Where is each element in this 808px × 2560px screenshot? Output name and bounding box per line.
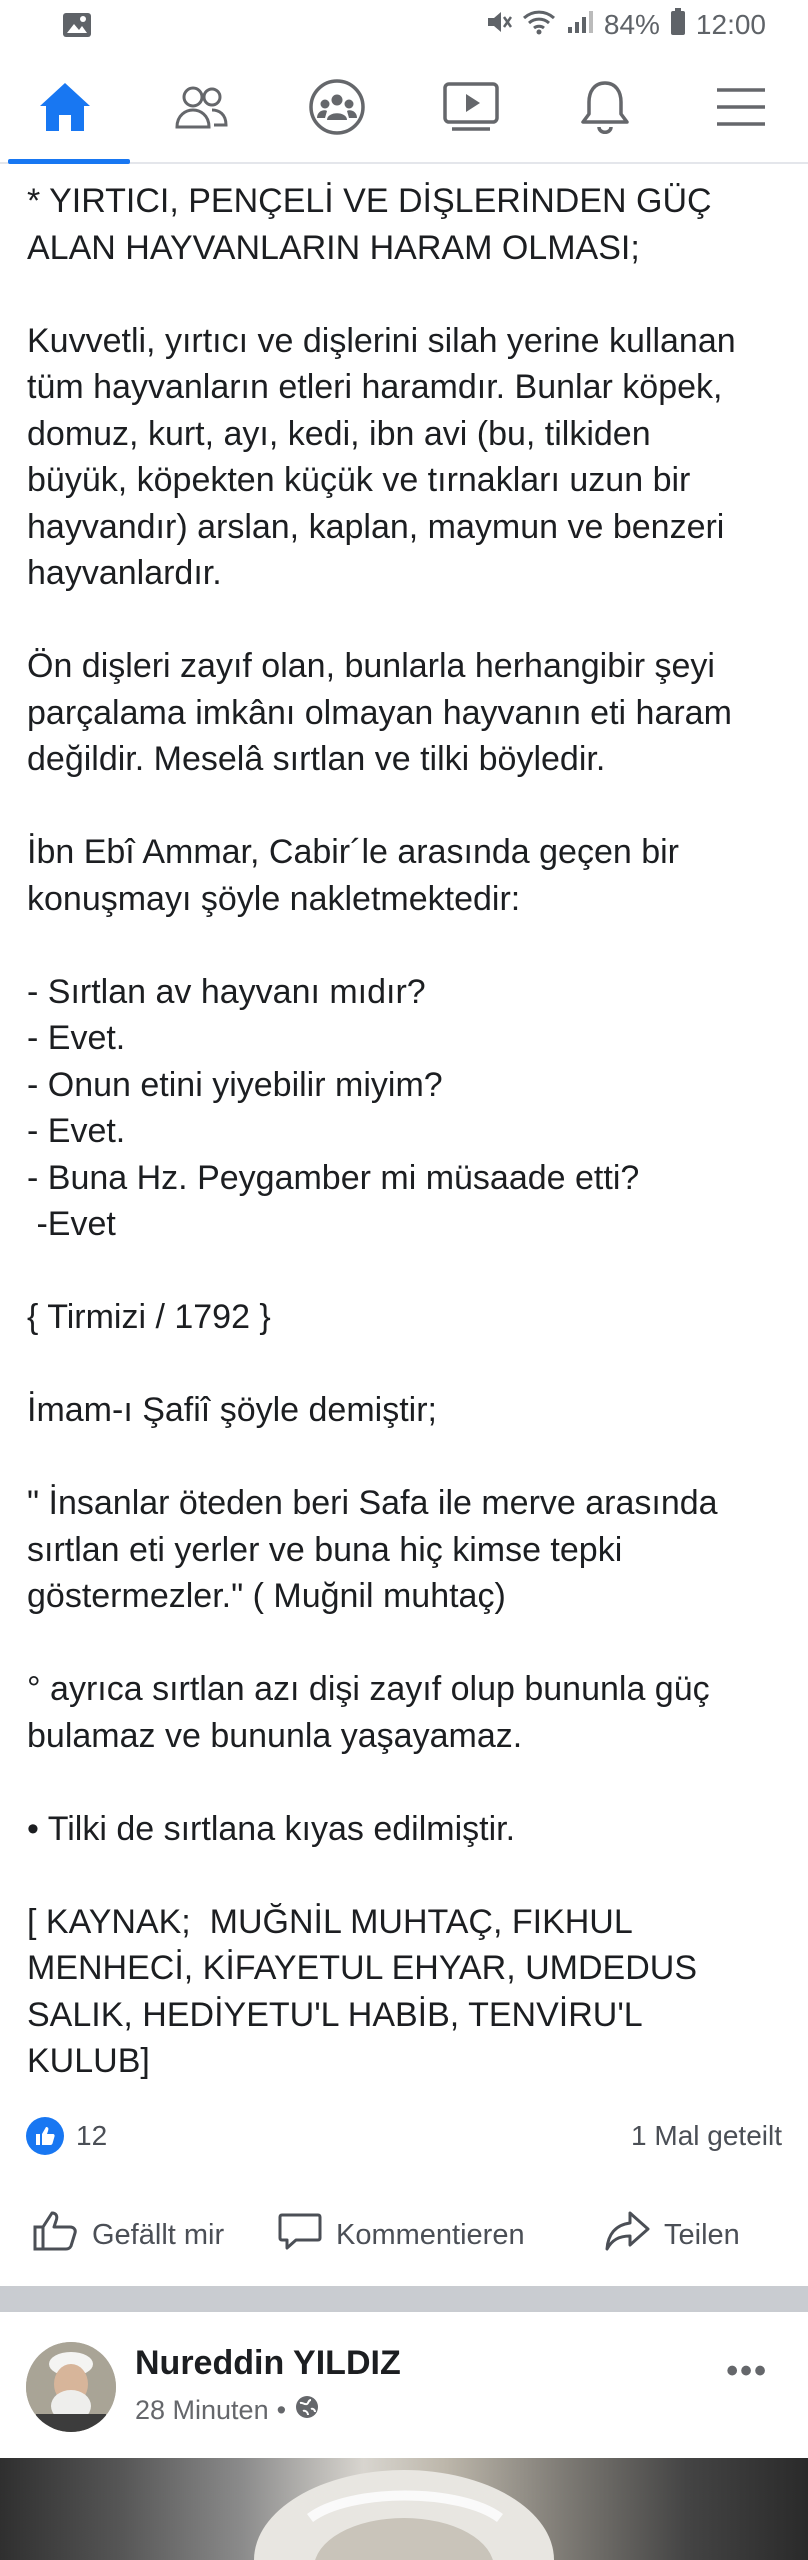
post-text-line: hayvanlardır.: [27, 554, 222, 592]
post-text-line: Ön dişleri zayıf olan, bunlarla herhangi…: [27, 647, 715, 685]
watch-icon: [442, 81, 500, 138]
post-text-line: konuşmayı şöyle nakletmektedir:: [27, 879, 521, 918]
post-text-line: - Evet.: [27, 1112, 126, 1150]
share-icon: [604, 2210, 650, 2260]
more-options-button[interactable]: •••: [726, 2352, 768, 2391]
post-text-line: - Sırtlan av hayvanı mıdır?: [27, 972, 426, 1011]
notifications-icon: [579, 78, 631, 141]
mute-icon: [484, 8, 512, 41]
post-meta: 28 Minuten •: [135, 2394, 320, 2427]
post-text-line: ° ayrıca sırtlan azı dişi zayıf olup bun…: [27, 1670, 710, 1708]
post-text-line: { Tirmizi / 1792 }: [27, 1298, 271, 1336]
post-text-line: domuz, kurt, ayı, kedi, ibn avi (bu, til…: [27, 414, 651, 453]
nav-menu[interactable]: [676, 56, 806, 162]
like-button-label: Gefällt mir: [92, 2218, 225, 2251]
share-count[interactable]: 1 Mal geteilt: [631, 2120, 782, 2152]
post-text: * YIRTICI, PENÇELİ VE DİŞLERİNDEN GÜÇ ALA…: [27, 178, 787, 2085]
menu-icon: [715, 86, 767, 133]
post-text-line: " İnsanlar öteden beri Safa ile merve ar…: [27, 1484, 718, 1522]
post-text-line: SALIK, HEDİYETU'L HABİB, TENVİRU'L: [27, 1995, 643, 2034]
share-button-label: Teilen: [664, 2218, 740, 2251]
nav-watch[interactable]: [406, 56, 536, 162]
post-text-line: * YIRTICI, PENÇELİ VE DİŞLERİNDEN GÜÇ: [27, 182, 712, 220]
post-text-line: parçalama imkânı olmayan hayvanın eti ha…: [27, 693, 732, 732]
post-text-line: [ KAYNAK; MUĞNİL MUHTAÇ, FIKHUL: [27, 1902, 633, 1941]
post-text-line: büyük, köpekten küçük ve tırnakları uzun…: [27, 461, 691, 499]
top-navigation: [0, 56, 808, 164]
feed-divider: [0, 2286, 808, 2312]
meta-separator: •: [276, 2395, 287, 2425]
like-count[interactable]: 12: [76, 2120, 107, 2152]
battery-level: 84%: [603, 8, 660, 40]
comment-icon: [278, 2210, 322, 2260]
post-text-line: - Buna Hz. Peygamber mi müsaade etti?: [27, 1158, 640, 1197]
status-icons: 84% 12:00: [484, 8, 766, 41]
nav-friends[interactable]: [136, 56, 266, 162]
post-text-line: bulamaz ve bununla yaşayamaz.: [27, 1716, 523, 1755]
avatar[interactable]: [26, 2342, 116, 2432]
signal-icon: [566, 9, 594, 40]
reactions-bar[interactable]: 12 1 Mal geteilt: [26, 2114, 782, 2158]
post-text-line: MENHECİ, KİFAYETUL EHYAR, UMDEDUS: [27, 1949, 698, 1987]
next-post-header: Nureddin YILDIZ 28 Minuten • •••: [0, 2312, 808, 2462]
nav-notifications[interactable]: [540, 56, 670, 162]
globe-icon: [294, 2394, 320, 2427]
status-bar: 84% 12:00: [0, 0, 808, 56]
post-text-line: değildir. Meselâ sırtlan ve tilki böyled…: [27, 740, 606, 778]
post-text-line: göstermezler." ( Muğnil muhtaç): [27, 1577, 506, 1615]
battery-icon: [670, 8, 686, 41]
nav-home[interactable]: [0, 56, 130, 164]
groups-icon: [308, 78, 366, 141]
gallery-icon: [62, 12, 92, 43]
post-text-line: -Evet: [27, 1205, 116, 1243]
post-actions: Gefällt mir Kommentieren Teilen: [0, 2190, 808, 2280]
post-text-line: - Onun etini yiyebilir miyim?: [27, 1065, 443, 1104]
post-text-line: ALAN HAYVANLARIN HARAM OLMASI;: [27, 228, 640, 267]
friends-icon: [172, 83, 230, 136]
post-text-line: İmam-ı Şafiî şöyle demiştir;: [27, 1391, 437, 1429]
comment-button-label: Kommentieren: [336, 2218, 525, 2251]
post-text-line: Kuvvetli, yırtıcı ve dişlerini silah yer…: [27, 321, 736, 360]
thumbs-up-icon: [32, 2210, 78, 2260]
post-text-line: tüm hayvanların etleri haramdır. Bunlar …: [27, 368, 723, 406]
post-text-line: KULUB]: [27, 2042, 150, 2080]
post-text-line: • Tilki de sırtlana kıyas edilmiştir.: [27, 1809, 516, 1848]
like-button[interactable]: Gefällt mir: [32, 2210, 224, 2260]
post-time[interactable]: 28 Minuten: [135, 2395, 269, 2426]
wifi-icon: [522, 8, 556, 41]
home-icon: [37, 80, 93, 139]
comment-button[interactable]: Kommentieren: [278, 2210, 525, 2260]
post-text-line: - Evet.: [27, 1019, 126, 1057]
share-button[interactable]: Teilen: [604, 2210, 740, 2260]
post-text-line: sırtlan eti yerler ve buna hiç kimse tep…: [27, 1530, 623, 1569]
post-text-line: hayvandır) arslan, kaplan, maymun ve ben…: [27, 507, 725, 546]
post-text-line: İbn Ebî Ammar, Cabir´le arasında geçen b…: [27, 833, 679, 871]
clock: 12:00: [695, 8, 766, 40]
nav-groups[interactable]: [272, 56, 402, 162]
next-post-image[interactable]: [0, 2458, 808, 2560]
like-reaction-icon: [26, 2117, 64, 2155]
author-name[interactable]: Nureddin YILDIZ: [135, 2344, 401, 2383]
